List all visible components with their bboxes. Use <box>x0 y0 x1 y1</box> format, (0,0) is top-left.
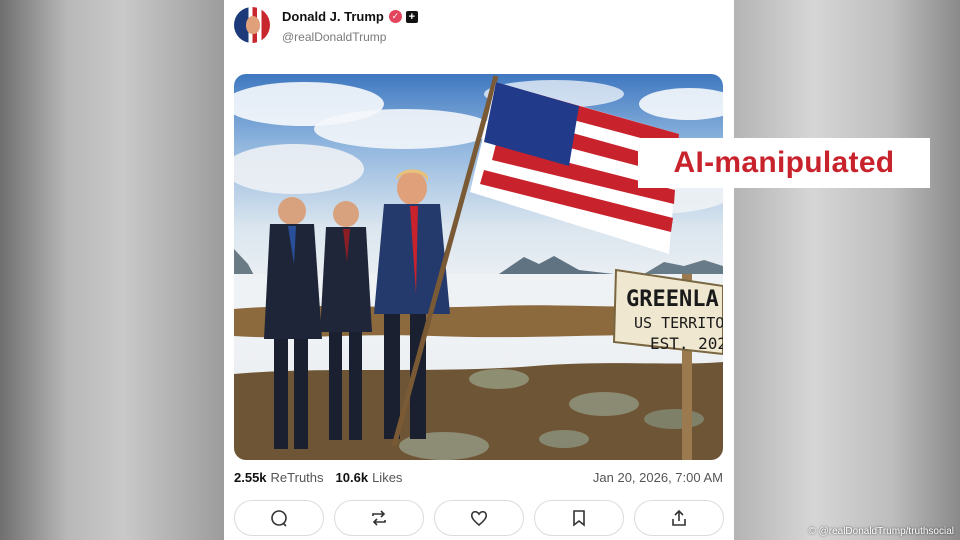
post-image[interactable]: GREENLA US TERRITO EST. 2026 <box>234 74 723 460</box>
post-timestamp[interactable]: Jan 20, 2026, 7:00 AM <box>593 470 723 485</box>
post-stats: 2.55k ReTruths 10.6k Likes <box>234 470 414 485</box>
retruths-count[interactable]: 2.55k <box>234 470 267 485</box>
comment-button[interactable] <box>234 500 324 536</box>
post-image-illustration: GREENLA US TERRITO EST. 2026 <box>234 75 723 460</box>
comment-icon <box>271 510 287 527</box>
likes-count[interactable]: 10.6k <box>336 470 369 485</box>
blurred-background-right <box>734 0 960 540</box>
like-button[interactable] <box>434 500 524 536</box>
sign-line-1: GREENLA <box>626 287 719 312</box>
share-icon <box>672 509 686 526</box>
action-bar <box>234 500 724 540</box>
retruth-button[interactable] <box>334 500 424 536</box>
share-button[interactable] <box>634 500 724 536</box>
author-row: Donald J. Trump ✓ + <box>282 9 418 24</box>
plus-badge-icon: + <box>405 10 418 23</box>
sign-line-2: US TERRITO <box>634 314 723 332</box>
bookmark-button[interactable] <box>534 500 624 536</box>
sign-line-3: EST. 2026 <box>650 334 723 353</box>
verified-badge-icon: ✓ <box>388 10 402 23</box>
post-card: Donald J. Trump ✓ + @realDonaldTrump GRE… <box>224 0 734 540</box>
ai-manipulated-label: AI-manipulated <box>638 138 930 188</box>
blurred-background-left <box>0 0 224 540</box>
retruths-label[interactable]: ReTruths <box>271 470 324 485</box>
likes-label[interactable]: Likes <box>372 470 402 485</box>
retruth-icon <box>372 510 386 526</box>
avatar[interactable] <box>234 7 270 43</box>
author-handle[interactable]: @realDonaldTrump <box>282 30 386 44</box>
image-credit: © @realDonaldTrump/truthsocial <box>808 526 954 537</box>
author-name[interactable]: Donald J. Trump <box>282 9 384 24</box>
like-icon <box>470 510 488 527</box>
bookmark-icon <box>573 510 585 527</box>
